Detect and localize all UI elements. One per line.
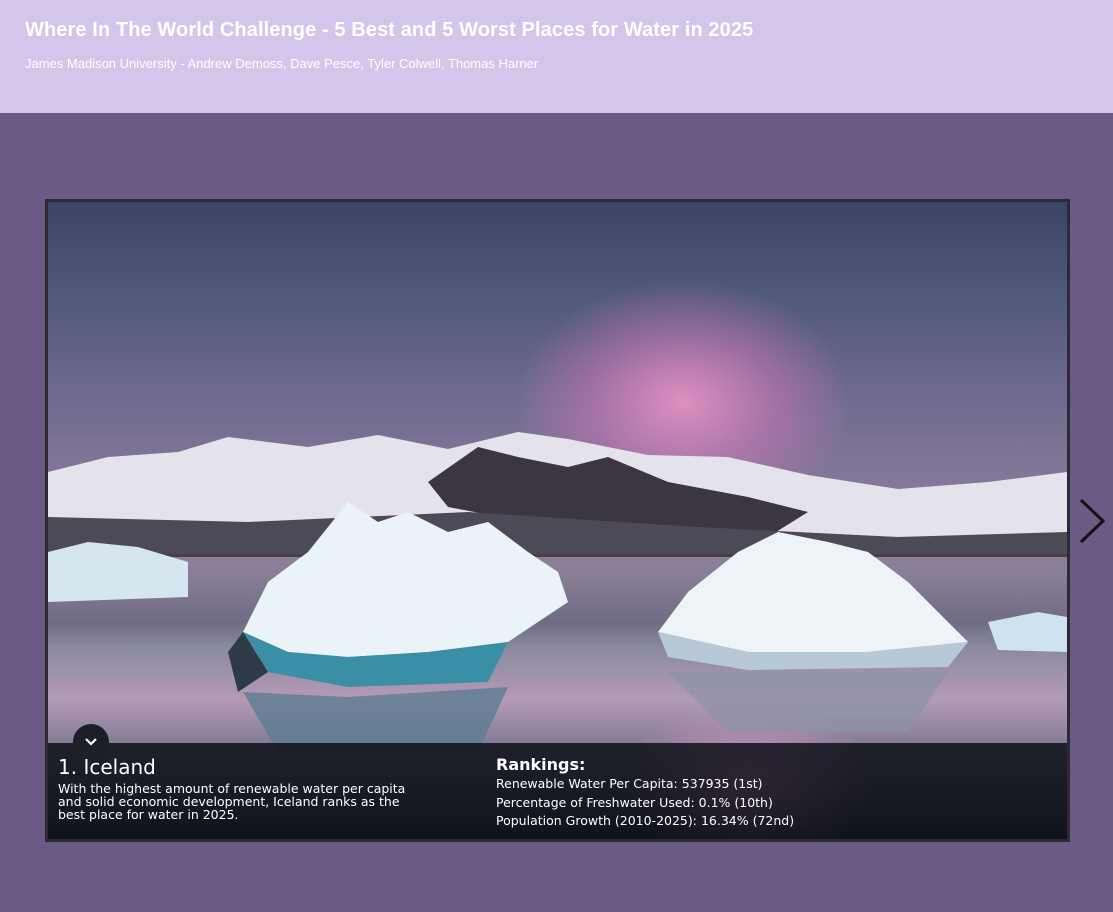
page-title: Where In The World Challenge - 5 Best an… xyxy=(25,19,754,41)
slide-title: 1. Iceland xyxy=(58,755,156,779)
ranking-item: Population Growth (2010-2025): 16.34% (7… xyxy=(496,813,795,828)
rankings-block: Rankings: Renewable Water Per Capita: 53… xyxy=(496,755,794,831)
page-header: Where In The World Challenge - 5 Best an… xyxy=(0,0,1113,113)
page-subtitle: James Madison University - Andrew Demoss… xyxy=(25,56,539,71)
rankings-heading: Rankings: xyxy=(496,755,586,774)
slide-photo: 1. Iceland With the highest amount of re… xyxy=(48,202,1067,839)
chevron-down-icon xyxy=(85,738,97,746)
slide-description: With the highest amount of renewable wat… xyxy=(58,781,406,822)
chevron-right-icon xyxy=(1079,498,1106,544)
ranking-item: Renewable Water Per Capita: 537935 (1st) xyxy=(496,776,763,791)
slide-frame: 1. Iceland With the highest amount of re… xyxy=(45,199,1070,842)
next-slide-button[interactable] xyxy=(1075,498,1109,544)
icebergs xyxy=(48,502,1067,752)
ranking-item: Percentage of Freshwater Used: 0.1% (10t… xyxy=(496,794,773,810)
